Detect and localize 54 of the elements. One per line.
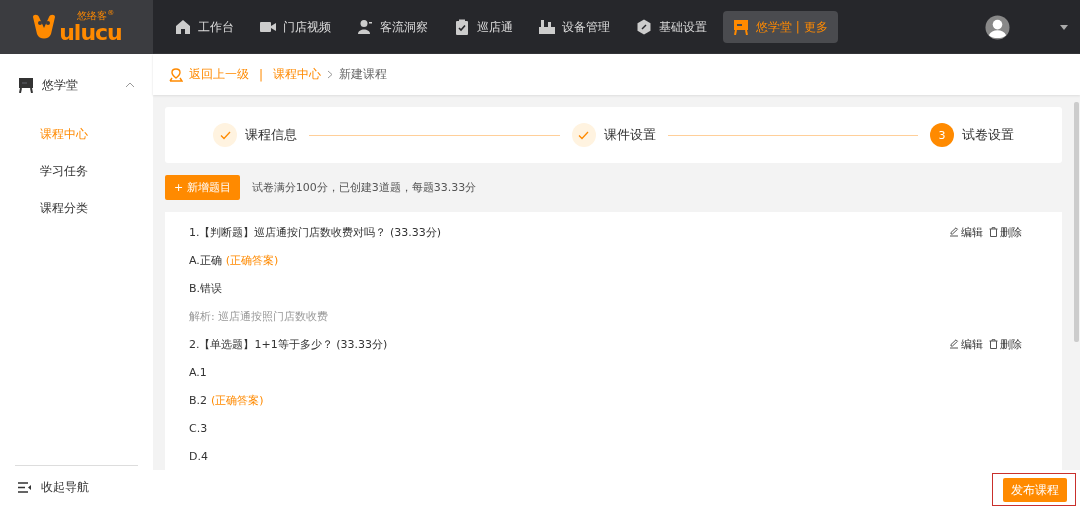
nav-tab[interactable]: 设备管理 xyxy=(529,11,620,43)
answer-option: D.4 xyxy=(189,449,208,463)
exam-summary: 试卷满分100分，已创建3道题，每题33.33分 xyxy=(251,180,477,195)
home-icon xyxy=(175,19,191,35)
breadcrumb-separator: | xyxy=(259,67,264,82)
pencil-icon xyxy=(949,339,959,349)
logo-chinese: 悠络客$^{®}$ xyxy=(77,10,115,22)
nav-tab[interactable]: 巡店通 xyxy=(444,11,523,43)
trash-icon xyxy=(989,339,998,349)
step-label: 课程信息 xyxy=(245,126,297,144)
step-label: 试卷设置 xyxy=(962,126,1014,144)
edit-button[interactable]: 编辑 xyxy=(949,336,983,352)
answer-option: C.3 xyxy=(189,421,208,435)
easel-icon xyxy=(18,77,34,93)
answer-option: A.正确 (正确答案) xyxy=(189,252,279,268)
step-label: 课件设置 xyxy=(603,126,656,144)
answer-analysis: 解析: 巡店通按照门店数收费 xyxy=(189,308,329,324)
location-pin-icon xyxy=(169,67,183,82)
person-icon xyxy=(357,19,373,35)
nav-tab[interactable]: 基础设置 xyxy=(626,11,717,43)
delete-button[interactable]: 删除 xyxy=(989,336,1022,352)
scrollbar[interactable] xyxy=(1074,102,1079,342)
answer-option: A.1 xyxy=(189,365,207,379)
nav-tab[interactable]: 客流洞察 xyxy=(347,11,438,43)
dropdown-caret-icon[interactable] xyxy=(1060,24,1068,30)
collapse-nav-link[interactable]: 收起导航 xyxy=(41,479,89,496)
device-icon xyxy=(539,19,555,35)
pencil-icon xyxy=(949,227,959,237)
hexagon-icon xyxy=(636,19,652,35)
nav-tab[interactable]: 悠学堂 | 更多 xyxy=(723,11,838,43)
delete-button[interactable]: 删除 xyxy=(989,224,1022,240)
nav-tab[interactable]: 工作台 xyxy=(165,11,244,43)
logo-wordmark: ulucu xyxy=(59,21,122,44)
breadcrumb-current: 新建课程 xyxy=(339,66,388,83)
question-title: 2.【单选题】1+1等于多少？ (33.33分) xyxy=(189,336,389,352)
sidebar-group-label[interactable]: 悠学堂 xyxy=(42,76,78,94)
avatar-icon[interactable] xyxy=(985,14,1010,40)
answer-option: B.错误 xyxy=(189,280,223,296)
easel-icon xyxy=(733,19,749,35)
answer-option: B.2 (正确答案) xyxy=(189,392,264,408)
sidebar-item[interactable]: 学习任务 xyxy=(40,163,88,180)
chevron-right-icon xyxy=(327,70,334,79)
step-number: 3 xyxy=(930,123,954,147)
sidebar-group[interactable]: 悠学堂 xyxy=(0,54,153,116)
edit-button[interactable]: 编辑 xyxy=(949,224,983,240)
nav-tab[interactable]: 门店视频 xyxy=(250,11,341,43)
logo-mark-icon xyxy=(31,14,58,40)
sidebar-item[interactable]: 课程分类 xyxy=(40,200,88,217)
chevron-icon[interactable] xyxy=(125,82,135,88)
question-title: 1.【判断题】巡店通按门店数收费对吗？ (33.33分) xyxy=(189,224,443,240)
trash-icon xyxy=(989,227,998,237)
camera-icon xyxy=(260,19,276,35)
collapse-icon[interactable] xyxy=(18,482,31,493)
clipboard-icon xyxy=(454,19,470,35)
